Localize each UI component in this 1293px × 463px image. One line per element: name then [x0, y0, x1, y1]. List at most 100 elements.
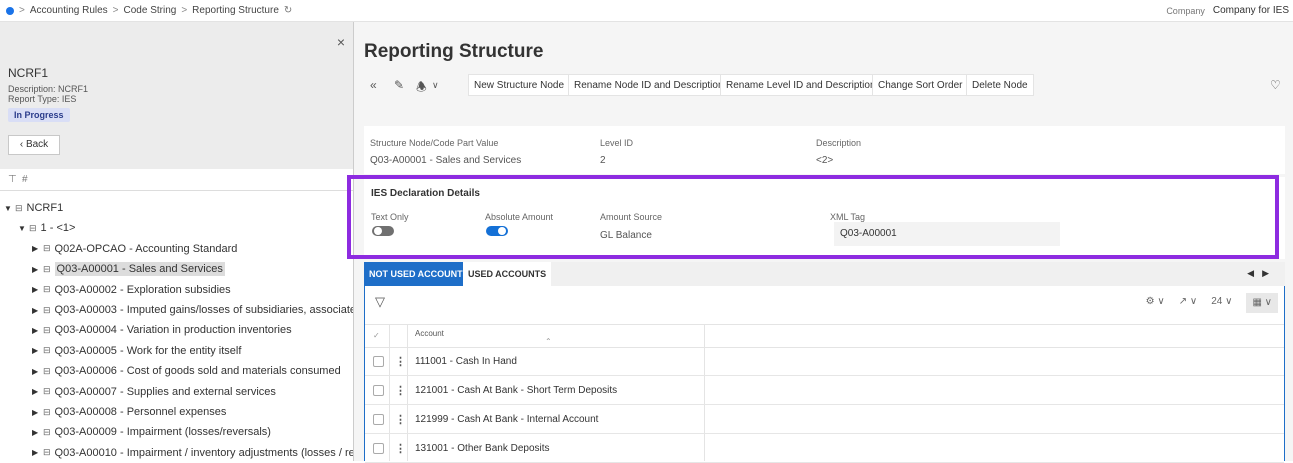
caret-right-icon[interactable]: ▶: [32, 244, 41, 253]
caret-right-icon[interactable]: ▶: [32, 387, 41, 396]
close-icon[interactable]: ×: [337, 34, 345, 50]
change-sort-order-button[interactable]: Change Sort Order: [872, 74, 969, 96]
table-row[interactable]: ⋮ 131001 - Other Bank Deposits: [365, 435, 1284, 463]
amount-source-value: GL Balance: [600, 230, 652, 241]
tree-node-root[interactable]: ▼ ⊟ NCRF1: [4, 198, 63, 218]
xml-tag-field[interactable]: Q03-A00001: [834, 222, 1060, 246]
record-report-type: Report Type: IES: [8, 94, 77, 104]
select-all-checkmark-icon[interactable]: ✓: [373, 331, 380, 340]
row-menu-icon[interactable]: ⋮: [395, 413, 406, 426]
back-button[interactable]: ‹ Back: [8, 135, 60, 155]
rename-level-button[interactable]: Rename Level ID and Description: [720, 74, 882, 96]
column-header-account[interactable]: Account: [415, 329, 444, 338]
structure-node-icon: ⊟: [43, 406, 51, 417]
tree-node-label: Q03-A00009 - Impairment (losses/reversal…: [54, 426, 271, 439]
caret-right-icon[interactable]: ▶: [32, 346, 41, 355]
grid-view-button[interactable]: ▦ ∨: [1246, 293, 1278, 313]
tree-node-label: Q03-A00006 - Cost of goods sold and mate…: [54, 365, 341, 378]
tree-node-item[interactable]: ▶ ⊟ Q03-A00008 - Personnel expenses: [32, 402, 226, 422]
company-value[interactable]: Company for IES: [1213, 5, 1289, 16]
tree-node-label: Q03-A00004 - Variation in production inv…: [54, 324, 292, 337]
accounts-tabs: NOT USED ACCOUNTS USED ACCOUNTS ◀▶: [364, 262, 1285, 286]
absolute-amount-toggle[interactable]: [486, 226, 508, 236]
edit-icon[interactable]: ✎: [394, 78, 404, 92]
filter-icon[interactable]: ▽: [375, 294, 385, 310]
tree-node-item[interactable]: ▶ ⊟ Q03-A00001 - Sales and Services: [32, 259, 225, 279]
tab-scroll-arrows[interactable]: ◀▶: [1247, 268, 1277, 279]
refresh-icon[interactable]: ↻: [284, 5, 292, 16]
tree-node-item[interactable]: ▶ ⊟ Q03-A00006 - Cost of goods sold and ma…: [32, 361, 341, 381]
export-icon[interactable]: ↗ ∨: [1179, 296, 1197, 313]
tree-node-item[interactable]: ▶ ⊟ Q03-A00009 - Impairment (losses/revers…: [32, 422, 271, 442]
tree-node-level-1[interactable]: ▼ ⊟ 1 - <1>: [18, 218, 75, 238]
breadcrumb: > Accounting Rules > Code String > Repor…: [6, 5, 292, 16]
collapse-icon[interactable]: «: [370, 78, 377, 92]
grid-icon[interactable]: #: [22, 174, 28, 185]
row-checkbox[interactable]: [373, 356, 384, 367]
text-only-toggle[interactable]: [372, 226, 394, 236]
company-label: Company: [1166, 6, 1205, 16]
chevron-down-icon[interactable]: ∨: [432, 80, 439, 91]
rename-node-button[interactable]: Rename Node ID and Description: [568, 74, 730, 96]
tab-not-used-accounts[interactable]: NOT USED ACCOUNTS: [364, 262, 474, 286]
tree-node-item[interactable]: ▶ ⊟ Q02A-OPCAO - Accounting Standard: [32, 239, 237, 259]
row-menu-icon[interactable]: ⋮: [395, 355, 406, 368]
caret-down-icon[interactable]: ▼: [4, 204, 13, 213]
node-details-panel: Structure Node/Code Part Value Q03-A0000…: [364, 126, 1285, 174]
tree-node-label: Q03-A00005 - Work for the entity itself: [54, 344, 242, 357]
structure-node-icon: ⊟: [43, 304, 51, 315]
row-menu-icon[interactable]: ⋮: [395, 442, 406, 455]
caret-right-icon[interactable]: ▶: [32, 367, 41, 376]
command-bar: « ✎ 🕭 ∨ New Structure Node Rename Node I…: [354, 74, 1293, 98]
breadcrumb-code-string[interactable]: Code String: [124, 5, 177, 16]
tree-node-item[interactable]: ▶ ⊟ Q03-A00003 - Imputed gains/losses of s…: [32, 300, 353, 320]
tab-used-accounts[interactable]: USED ACCOUNTS: [463, 262, 552, 286]
node-label: Structure Node/Code Part Value: [370, 138, 499, 148]
structure-node-icon: ⊟: [43, 345, 51, 356]
level-id-value: 2: [600, 155, 606, 166]
bell-icon[interactable]: 🕭: [416, 78, 427, 99]
settings-icon[interactable]: ⚙ ∨: [1146, 296, 1165, 313]
table-row[interactable]: ⋮ 121999 - Cash At Bank - Internal Accoun…: [365, 406, 1284, 434]
caret-right-icon[interactable]: ▶: [32, 448, 41, 457]
row-checkbox[interactable]: [373, 414, 384, 425]
heart-icon[interactable]: ♡: [1270, 78, 1281, 92]
caret-right-icon[interactable]: ▶: [32, 408, 41, 417]
caret-right-icon[interactable]: ▶: [32, 306, 41, 315]
new-structure-node-button[interactable]: New Structure Node: [468, 74, 571, 96]
tree-node-item[interactable]: ▶ ⊟ Q03-A00007 - Supplies and external ser…: [32, 382, 276, 402]
page-size-select[interactable]: 24 ∨: [1211, 296, 1232, 313]
table-row[interactable]: ⋮ 111001 - Cash In Hand: [365, 348, 1284, 376]
level-id-label: Level ID: [600, 138, 634, 148]
caret-right-icon[interactable]: ▶: [32, 265, 41, 274]
caret-right-icon[interactable]: ▶: [32, 428, 41, 437]
tree-node-item[interactable]: ▶ ⊟ Q03-A00005 - Work for the entity itsel…: [32, 341, 241, 361]
tree-node-item[interactable]: ▶ ⊟ Q03-A00002 - Exploration subsidies: [32, 280, 231, 300]
breadcrumb-separator: >: [181, 5, 188, 16]
delete-node-button[interactable]: Delete Node: [966, 74, 1034, 96]
home-icon[interactable]: [6, 6, 14, 15]
page-title: Reporting Structure: [364, 41, 544, 62]
structure-node-icon: ⊟: [43, 324, 51, 335]
pin-icon[interactable]: ⊤: [8, 174, 17, 185]
table-row[interactable]: ⋮ 121001 - Cash At Bank - Short Term Depo…: [365, 377, 1284, 405]
caret-down-icon[interactable]: ▼: [18, 224, 27, 233]
structure-node-icon: ⊟: [43, 426, 51, 437]
tree-node-label: Q02A-OPCAO - Accounting Standard: [54, 242, 238, 255]
accounts-grid: ▽ ⚙ ∨ ↗ ∨ 24 ∨ ▦ ∨ ✓ Account ⌃ ⋮ 111001 -…: [364, 286, 1285, 463]
record-code: NCRF1: [8, 66, 49, 80]
sort-icon[interactable]: ⌃: [545, 337, 552, 346]
tree-node-item[interactable]: ▶ ⊟ Q03-A00010 - Impairment / inventory ad…: [32, 443, 353, 461]
caret-right-icon[interactable]: ▶: [32, 285, 41, 294]
caret-right-icon[interactable]: ▶: [32, 326, 41, 335]
company-selector[interactable]: Company Company for IES: [1166, 5, 1289, 16]
row-checkbox[interactable]: [373, 443, 384, 454]
tree-node-label: NCRF1: [26, 202, 64, 214]
row-menu-icon[interactable]: ⋮: [395, 384, 406, 397]
account-cell: 121001 - Cash At Bank - Short Term Depos…: [415, 385, 618, 396]
description-value: <2>: [816, 155, 834, 166]
breadcrumb-accounting-rules[interactable]: Accounting Rules: [30, 5, 108, 16]
row-checkbox[interactable]: [373, 385, 384, 396]
tree-node-item[interactable]: ▶ ⊟ Q03-A00004 - Variation in production i…: [32, 320, 292, 340]
record-details: Description: NCRF1 Report Type: IES: [8, 84, 88, 104]
